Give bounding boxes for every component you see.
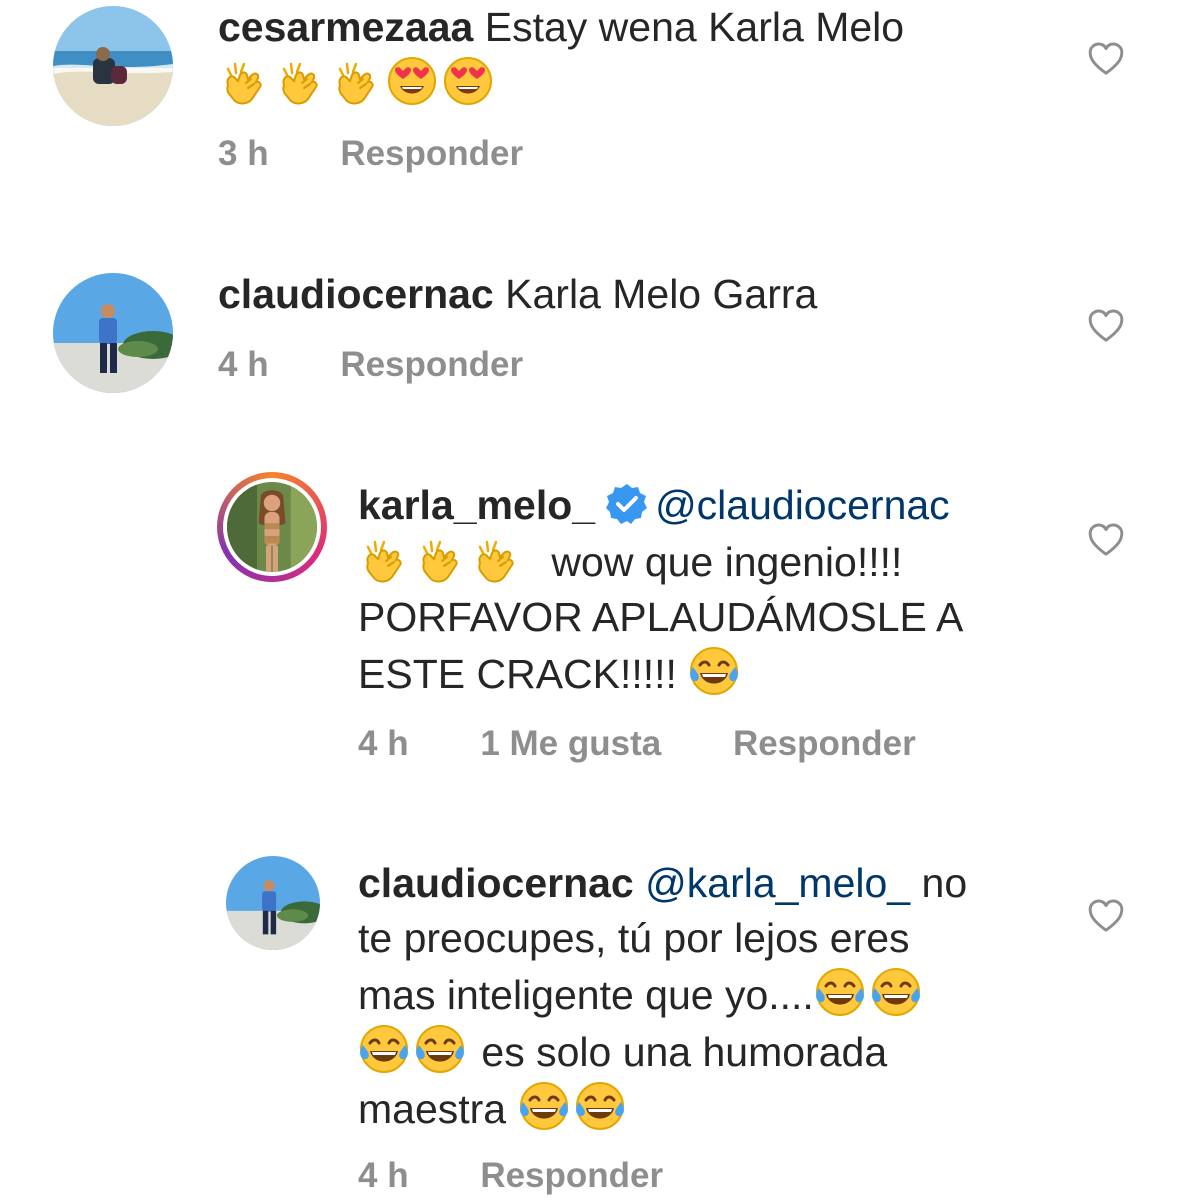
comment-text: PORFAVOR APLAUDÁMOSLE A (358, 594, 964, 640)
comment-username[interactable]: karla_melo_ (358, 482, 595, 528)
avatar-image (227, 482, 317, 572)
heart-outline-icon[interactable] (1086, 896, 1126, 936)
avatar[interactable] (226, 856, 320, 950)
comment-text: ESTE CRACK!!!!! (358, 651, 677, 697)
avatar-image (226, 856, 320, 950)
comment-time: 4 h (358, 724, 409, 763)
tears-of-joy-emoji-icon (358, 1023, 410, 1075)
comment-body: karla_melo_ @claudiocernac wow que ingeni… (358, 478, 1058, 702)
heart-eyes-emoji-icon (386, 55, 438, 107)
comment-meta: 4 h Responder (218, 345, 523, 385)
heart-outline-icon[interactable] (1086, 520, 1126, 560)
comment-text: Karla Melo Garra (505, 271, 818, 317)
comment-body: claudiocernac Karla Melo Garra (218, 267, 1058, 322)
mention-link[interactable]: @karla_melo_ (645, 860, 910, 906)
tears-of-joy-emoji-icon (414, 1023, 466, 1075)
story-ring[interactable] (217, 472, 327, 582)
reply-button[interactable]: Responder (480, 1156, 663, 1196)
clapping-hands-emoji-icon (218, 55, 270, 107)
heart-eyes-emoji-icon (442, 55, 494, 107)
avatar-image (53, 6, 173, 126)
comment-time: 4 h (358, 1156, 409, 1195)
comment-body: cesarmezaaa Estay wena Karla Melo (218, 0, 1058, 112)
tears-of-joy-emoji-icon (574, 1080, 626, 1132)
avatar[interactable] (53, 6, 173, 126)
avatar (227, 482, 317, 572)
comment-time: 3 h (218, 134, 269, 173)
comment-username[interactable]: cesarmezaaa (218, 4, 473, 50)
clapping-hands-emoji-icon (358, 533, 410, 585)
reply-button[interactable]: Responder (340, 134, 523, 174)
reply-button[interactable]: Responder (340, 345, 523, 385)
comment-username[interactable]: claudiocernac (358, 860, 634, 906)
comment-text: maestra (358, 1086, 507, 1132)
clapping-hands-emoji-icon (330, 55, 382, 107)
comment-body: claudiocernac @karla_melo_ no te preocup… (358, 856, 1058, 1137)
comment-text: Estay wena Karla Melo (484, 4, 905, 50)
tears-of-joy-emoji-icon (518, 1080, 570, 1132)
comment-text: es solo una humorada (481, 1029, 888, 1075)
comment-text: te preocupes, tú por lejos eres (358, 915, 910, 961)
avatar-image (53, 273, 173, 393)
comment-time: 4 h (218, 345, 269, 384)
tears-of-joy-emoji-icon (814, 966, 866, 1018)
clapping-hands-emoji-icon (470, 533, 522, 585)
comment-meta: 4 h Responder (358, 1156, 663, 1196)
clapping-hands-emoji-icon (414, 533, 466, 585)
comment-meta: 4 h 1 Me gusta Responder (358, 724, 916, 764)
heart-outline-icon[interactable] (1086, 39, 1126, 79)
verified-badge-icon (605, 482, 649, 526)
comment-username[interactable]: claudiocernac (218, 271, 494, 317)
mention-link[interactable]: @claudiocernac (655, 482, 950, 528)
comment-meta: 3 h Responder (218, 134, 523, 174)
clapping-hands-emoji-icon (274, 55, 326, 107)
reply-button[interactable]: Responder (733, 724, 916, 764)
tears-of-joy-emoji-icon (688, 645, 740, 697)
comment-text: mas inteligente que yo.... (358, 972, 814, 1018)
comment-text: no (921, 860, 968, 906)
tears-of-joy-emoji-icon (870, 966, 922, 1018)
avatar[interactable] (53, 273, 173, 393)
likes-count[interactable]: 1 Me gusta (480, 724, 661, 764)
comment-text: wow que ingenio!!!! (551, 539, 903, 585)
heart-outline-icon[interactable] (1086, 306, 1126, 346)
